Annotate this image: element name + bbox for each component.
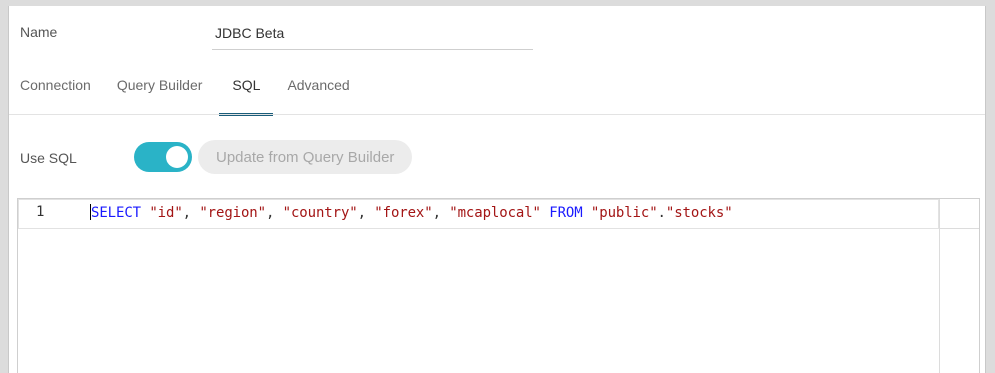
tab-sql[interactable]: SQL [219,68,274,116]
editor-minimap-header [939,199,979,229]
name-input[interactable] [212,16,533,50]
update-from-query-builder-button[interactable]: Update from Query Builder [198,140,413,174]
sql-editor[interactable]: 1 SELECT "id", "region", "country", "for… [17,198,980,373]
code-token-str: "id" [149,205,183,221]
code-token-str: "region" [199,205,266,221]
use-sql-label: Use SQL [20,150,77,166]
tab-divider [9,114,985,115]
name-label: Name [20,24,58,40]
code-token-str: "mcaplocal" [449,205,541,221]
code-token-str: "country" [282,205,358,221]
tab-advanced[interactable]: Advanced [287,68,349,116]
code-token-plain: , [357,205,375,221]
code-token-kw: SELECT [91,205,141,221]
datasource-settings-panel: Name Connection Query Builder SQL Advanc… [8,6,986,373]
code-token-plain: , [265,205,283,221]
code-token-str: "forex" [374,205,433,221]
code-token-plain: , [182,205,200,221]
toggle-knob [166,146,188,168]
code-token-str: "public" [590,205,658,221]
line-number: 1 [36,204,45,220]
use-sql-toggle[interactable] [134,142,192,172]
tab-bar: Connection Query Builder SQL Advanced [20,68,376,116]
code-token-str: "stocks" [665,205,733,221]
code-token-plain: . [657,205,666,221]
code-token-kw: FROM [549,205,583,221]
code-token-plain: , [432,205,450,221]
tab-connection[interactable]: Connection [20,68,91,116]
code-line[interactable]: SELECT "id", "region", "country", "forex… [90,204,733,221]
tab-query-builder[interactable]: Query Builder [117,68,203,116]
